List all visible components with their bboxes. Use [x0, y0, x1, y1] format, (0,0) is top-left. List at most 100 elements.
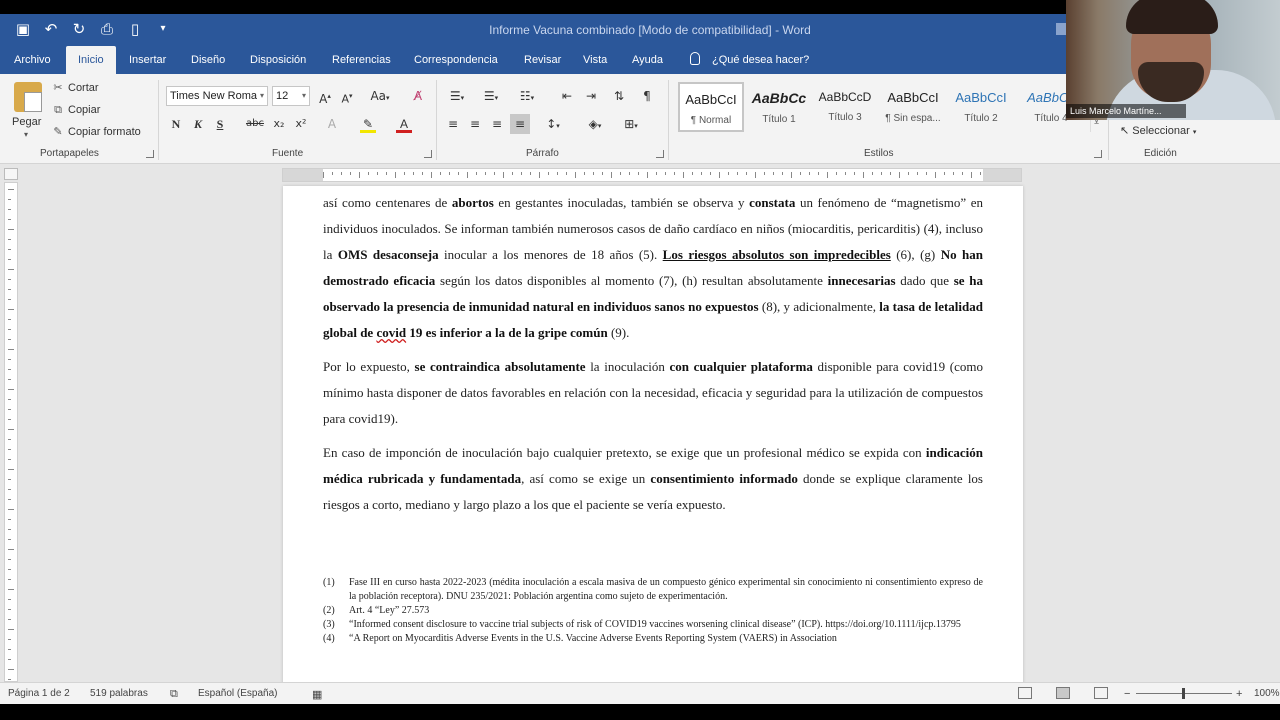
spelling-error[interactable]: covid — [376, 325, 406, 340]
proofing-icon[interactable]: ⧉ — [170, 688, 178, 701]
tab-diseno[interactable]: Diseño — [179, 46, 237, 74]
grow-font-icon[interactable]: A▴ — [316, 86, 334, 106]
tab-inicio[interactable]: Inicio — [66, 46, 116, 74]
paragraph-2[interactable]: Por lo expuesto, se contraindica absolut… — [323, 354, 983, 432]
paragraph-dialog-launcher-icon[interactable] — [656, 150, 664, 158]
word-count[interactable]: 519 palabras — [90, 688, 148, 699]
style-sin-espaciado[interactable]: AaBbCcI ¶ Sin espa... — [880, 82, 946, 132]
reference-item[interactable]: (2) Art. 4 “Ley” 27.573 — [323, 604, 983, 618]
document-body[interactable]: así como centenares de abortos en gestan… — [323, 190, 983, 526]
underline-button[interactable]: S — [212, 114, 228, 134]
line-spacing-icon[interactable]: ↕▾ — [540, 114, 566, 134]
ruler-tick — [719, 172, 720, 178]
read-mode-icon[interactable] — [1018, 687, 1032, 699]
shrink-font-icon[interactable]: A▾ — [338, 86, 356, 106]
print-layout-icon[interactable] — [1056, 687, 1070, 699]
ruler-right-margin — [983, 169, 1021, 181]
paste-icon[interactable] — [14, 82, 42, 112]
style-titulo-2[interactable]: AaBbCcI Título 2 — [948, 82, 1014, 132]
tab-vista[interactable]: Vista — [571, 46, 619, 74]
tab-insertar[interactable]: Insertar — [117, 46, 178, 74]
copy-icon: ⧉ — [54, 103, 62, 116]
ruler-tick — [440, 172, 441, 175]
font-dialog-launcher-icon[interactable] — [424, 150, 432, 158]
clipboard-dialog-launcher-icon[interactable] — [146, 150, 154, 158]
document-workspace[interactable]: así como centenares de abortos en gestan… — [0, 164, 1280, 682]
tell-me-box[interactable]: ¿Qué desea hacer? — [690, 46, 809, 74]
tab-ayuda[interactable]: Ayuda — [620, 46, 675, 74]
bold-button[interactable]: N — [168, 114, 184, 134]
horizontal-ruler[interactable] — [282, 168, 1022, 182]
tab-revisar[interactable]: Revisar — [512, 46, 573, 74]
zoom-level[interactable]: 100% — [1254, 688, 1280, 699]
italic-button[interactable]: K — [190, 114, 206, 134]
highlight-button[interactable]: ✎ — [356, 114, 380, 134]
paste-caret-icon[interactable]: ▾ — [24, 130, 28, 139]
page-count[interactable]: Página 1 de 2 — [8, 688, 70, 699]
document-page[interactable]: así como centenares de abortos en gestan… — [283, 186, 1023, 682]
change-case-button[interactable]: Aa▾ — [366, 86, 394, 106]
strikethrough-button[interactable]: abc — [244, 114, 266, 134]
web-layout-icon[interactable] — [1094, 687, 1108, 699]
justify-icon[interactable]: ≡ — [510, 114, 530, 134]
ruler-tick — [8, 669, 14, 670]
reference-item[interactable]: (1) Fase III en curso hasta 2022-2023 (mé… — [323, 576, 983, 604]
borders-icon[interactable]: ⊞▾ — [618, 114, 644, 134]
font-size-select[interactable]: 12 ▾ — [272, 86, 310, 106]
ruler-tick — [620, 172, 621, 175]
text-effects-icon[interactable]: A — [322, 114, 342, 134]
reference-item[interactable]: (4) “A Report on Myocarditis Adverse Even… — [323, 632, 983, 646]
decrease-indent-icon[interactable]: ⇤ — [558, 86, 576, 106]
increase-indent-icon[interactable]: ⇥ — [582, 86, 600, 106]
align-left-icon[interactable]: ≡ — [444, 114, 462, 134]
tab-archivo[interactable]: Archivo — [2, 46, 63, 74]
sort-icon[interactable]: ⇅ — [610, 86, 628, 106]
style-normal[interactable]: AaBbCcI ¶ Normal — [678, 82, 744, 132]
ruler-tick — [8, 439, 11, 440]
subscript-button[interactable]: x₂ — [270, 114, 288, 134]
chevron-down-icon: ▾ — [259, 91, 264, 100]
multilevel-list-icon[interactable]: ☷▾ — [514, 86, 540, 106]
scissors-icon: ✂ — [53, 81, 63, 94]
paintbrush-icon: ✎ — [53, 125, 63, 138]
superscript-button[interactable]: x² — [292, 114, 310, 134]
style-titulo-1[interactable]: AaBbCc Título 1 — [746, 82, 812, 132]
reference-item[interactable]: (3) “Informed consent disclosure to vacci… — [323, 618, 983, 632]
style-preview: AaBbCcI — [887, 90, 939, 105]
cut-button[interactable]: ✂ Cortar — [52, 81, 98, 95]
font-name-select[interactable]: Times New Roma ▾ — [166, 86, 268, 106]
format-painter-button[interactable]: ✎ Copiar formato — [52, 125, 140, 139]
ruler-tick — [386, 172, 387, 175]
styles-dialog-launcher-icon[interactable] — [1094, 150, 1102, 158]
paragraph-1[interactable]: así como centenares de abortos en gestan… — [323, 190, 983, 346]
tab-disposicion[interactable]: Disposición — [238, 46, 318, 74]
paste-button[interactable]: Pegar — [12, 116, 41, 128]
numbering-icon[interactable]: ☰▾ — [478, 86, 504, 106]
tab-selector[interactable] — [4, 168, 18, 180]
bullets-icon[interactable]: ☰▾ — [444, 86, 470, 106]
tab-referencias[interactable]: Referencias — [320, 46, 403, 74]
ruler-tick — [602, 172, 603, 175]
select-button[interactable]: ↖ Seleccionar ▾ — [1120, 124, 1196, 137]
macro-recording-icon[interactable]: ▦ — [312, 688, 322, 701]
vertical-ruler[interactable] — [4, 182, 18, 682]
font-color-button[interactable]: A — [392, 114, 416, 134]
group-label-paragraph: Párrafo — [526, 148, 559, 159]
shading-icon[interactable]: ◈▾ — [582, 114, 608, 134]
style-titulo-3[interactable]: AaBbCcD Título 3 — [812, 82, 878, 132]
align-center-icon[interactable]: ≡ — [466, 114, 484, 134]
ruler-tick — [980, 172, 981, 175]
video-participant-tile[interactable]: Luis Marcelo Martíne... — [1066, 0, 1280, 120]
zoom-slider-thumb[interactable] — [1182, 688, 1185, 699]
show-formatting-marks-icon[interactable]: ¶ — [638, 86, 656, 106]
align-right-icon[interactable]: ≡ — [488, 114, 506, 134]
zoom-in-icon[interactable]: + — [1236, 688, 1242, 700]
zoom-out-icon[interactable]: − — [1124, 688, 1130, 700]
copy-button[interactable]: ⧉ Copiar — [52, 103, 100, 117]
language-indicator[interactable]: Español (España) — [198, 688, 278, 699]
paragraph-3[interactable]: En caso de imponción de inoculación bajo… — [323, 440, 983, 518]
style-preview: AaBbCcI — [955, 90, 1007, 105]
tab-correspondencia[interactable]: Correspondencia — [402, 46, 510, 74]
references-list[interactable]: (1) Fase III en curso hasta 2022-2023 (mé… — [323, 576, 983, 646]
clear-formatting-icon[interactable]: A̸ — [408, 86, 428, 106]
